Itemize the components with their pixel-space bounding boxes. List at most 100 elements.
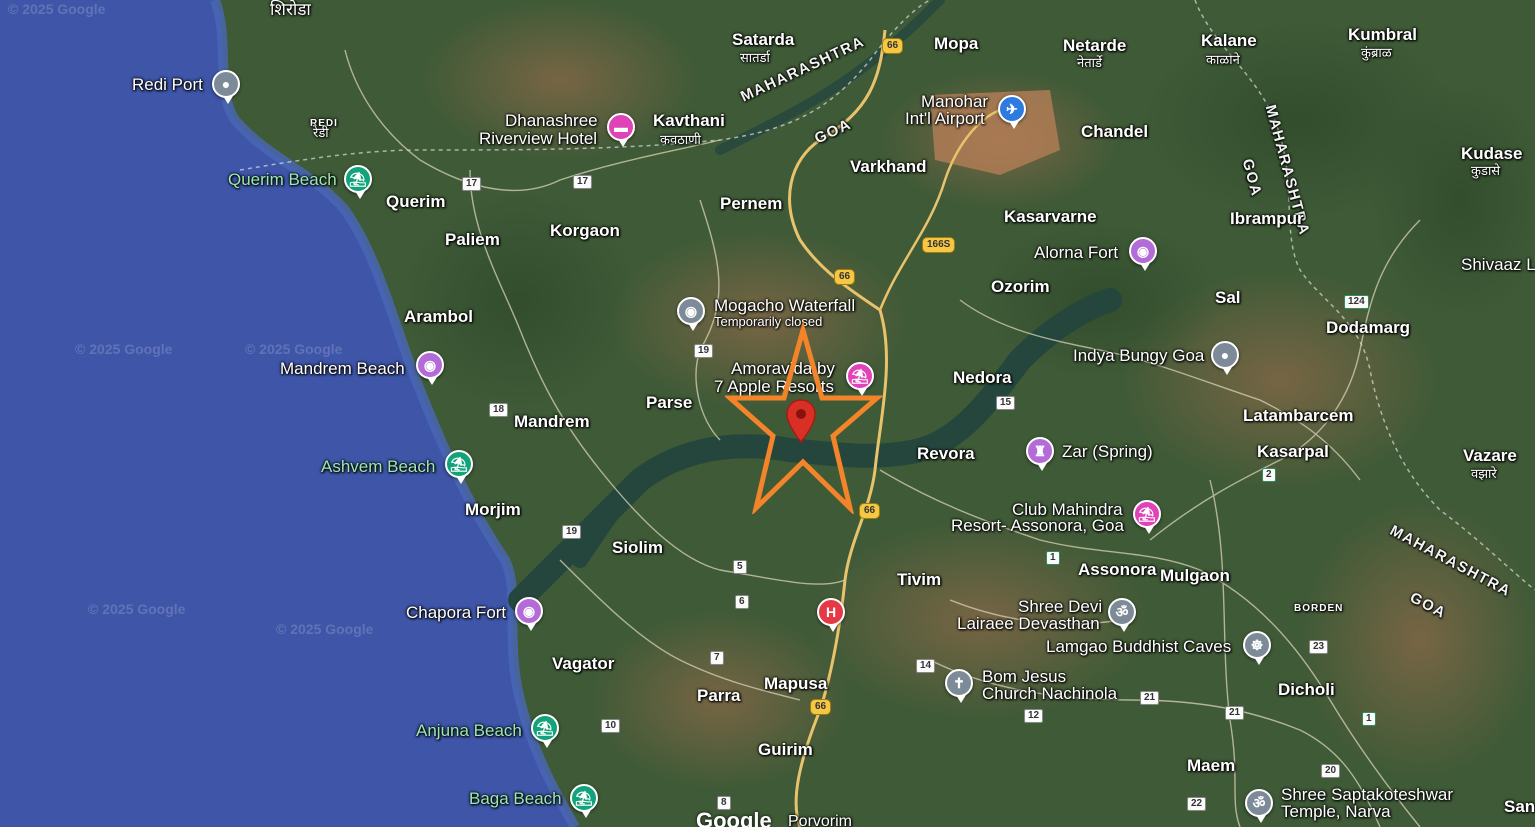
road-shield: 18 (489, 403, 509, 417)
place-label-alorna-fort[interactable]: Alorna Fort (1034, 244, 1118, 262)
copyright-watermark: © 2025 Google (276, 621, 374, 637)
place-label[interactable]: Varkhand (850, 158, 927, 176)
camera-icon[interactable]: ◉ (1129, 237, 1157, 271)
place-label-ashvem-beach[interactable]: Ashvem Beach (321, 458, 435, 476)
place-label[interactable]: Shivaaz L (1461, 256, 1535, 274)
place-label[interactable]: San (1504, 798, 1535, 816)
hotel-bed-icon[interactable]: ▬ (607, 113, 635, 147)
airplane-icon[interactable]: ✈ (998, 95, 1026, 129)
hospital-icon[interactable]: H (817, 598, 845, 632)
place-label[interactable]: Kavthani (653, 112, 725, 130)
copyright-watermark: © 2025 Google (8, 1, 106, 17)
place-label[interactable]: Parra (697, 687, 740, 705)
beach-icon[interactable]: ⛱ (445, 450, 473, 484)
beach-icon[interactable]: ⛱ (570, 784, 598, 818)
place-label[interactable]: Korgaon (550, 222, 620, 240)
temple-icon[interactable]: ॐ (1245, 789, 1273, 823)
place-label[interactable]: Ibrampur (1230, 210, 1304, 228)
church-cross-icon[interactable]: ✝ (945, 669, 973, 703)
place-label-dhanashree[interactable]: Riverview Hotel (479, 130, 597, 148)
beach-icon[interactable]: ⛱ (344, 165, 372, 199)
map-canvas[interactable]: © 2025 Google © 2025 Google © 2025 Googl… (0, 0, 1535, 827)
place-label-mogacho-waterfall[interactable]: Mogacho Waterfall (714, 297, 855, 315)
road-shield: 12 (1024, 709, 1044, 723)
place-label-zar-spring[interactable]: Zar (Spring) (1062, 443, 1153, 461)
copyright-watermark: © 2025 Google (75, 341, 173, 357)
road-shield: 19 (562, 525, 582, 539)
place-label-indya-bungy[interactable]: Indya Bungy Goa (1073, 347, 1204, 365)
place-label[interactable]: Parse (646, 394, 692, 412)
place-label-mandrem-beach[interactable]: Mandrem Beach (280, 360, 405, 378)
map-pin-icon[interactable] (785, 398, 817, 444)
highway-shield: 66 (882, 38, 904, 54)
road-shield: 5 (733, 560, 747, 574)
place-label-lamgao-caves[interactable]: Lamgao Buddhist Caves (1046, 638, 1231, 656)
place-label[interactable]: Morjim (465, 501, 521, 519)
place-label-club-mahindra[interactable]: Resort- Assonora, Goa (951, 517, 1124, 535)
place-label-querim-beach[interactable]: Querim Beach (228, 171, 337, 189)
place-label-airport[interactable]: Int'l Airport (905, 110, 985, 128)
place-label[interactable]: Assonora (1078, 561, 1156, 579)
place-label[interactable]: Netarde (1063, 37, 1126, 55)
place-label[interactable]: Porvorim (788, 813, 852, 827)
place-label[interactable]: Satarda (732, 31, 794, 49)
pin-location-icon[interactable]: ● (1211, 341, 1239, 375)
place-label-bom-jesus[interactable]: Church Nachinola (982, 685, 1117, 703)
place-label-redi-port[interactable]: Redi Port (132, 76, 203, 94)
road-shield: 21 (1225, 706, 1245, 720)
place-label[interactable]: Sal (1215, 289, 1241, 307)
place-label-saptakoteshwar[interactable]: Temple, Narva (1281, 803, 1391, 821)
place-label[interactable]: Mandrem (514, 413, 590, 431)
camera-icon[interactable]: ◉ (416, 351, 444, 385)
place-label-chapora-fort[interactable]: Chapora Fort (406, 604, 506, 622)
place-label[interactable]: Arambol (404, 308, 473, 326)
tower-icon[interactable]: ♜ (1026, 437, 1054, 471)
road-shield: 15 (996, 396, 1016, 410)
highway-shield: 66 (834, 269, 856, 285)
place-label[interactable]: Latambarcem (1243, 407, 1354, 425)
pin-location-icon[interactable]: ● (212, 70, 240, 104)
place-label[interactable]: Querim (386, 193, 446, 211)
resort-icon[interactable]: ⛱ (1133, 500, 1161, 534)
place-label[interactable]: Dicholi (1278, 681, 1335, 699)
place-label[interactable]: Mapusa (764, 675, 827, 693)
copyright-watermark: © 2025 Google (245, 341, 343, 357)
place-label[interactable]: Guirim (758, 741, 813, 759)
place-label[interactable]: Dodamarg (1326, 319, 1410, 337)
place-label[interactable]: Vazare (1463, 447, 1517, 465)
place-label-line: Dhanashree (505, 111, 598, 130)
place-label[interactable]: Vagator (552, 655, 614, 673)
road-shield: 17 (462, 177, 482, 191)
place-label[interactable]: Kalane (1201, 32, 1257, 50)
place-label-anjuna-beach[interactable]: Anjuna Beach (416, 722, 522, 740)
camera-icon[interactable]: ◉ (677, 297, 705, 331)
camera-icon[interactable]: ◉ (515, 597, 543, 631)
place-label[interactable]: शिरोडा (270, 1, 311, 19)
place-label: काळाने (1206, 52, 1240, 67)
place-label[interactable]: Tivim (897, 571, 941, 589)
beach-icon[interactable]: ⛱ (531, 714, 559, 748)
place-label[interactable]: Maem (1187, 757, 1235, 775)
place-label: कुंब्राळ (1361, 45, 1392, 60)
place-label[interactable]: Kasarpal (1257, 443, 1329, 461)
place-label[interactable]: Revora (917, 445, 975, 463)
place-label-dhanashree[interactable]: Dhanashree (505, 112, 598, 130)
border-label: BORDEN (1294, 603, 1344, 614)
place-label[interactable]: Mulgaon (1160, 567, 1230, 585)
google-logo: Google (696, 808, 772, 827)
place-label[interactable]: Paliem (445, 231, 500, 249)
place-label-baga-beach[interactable]: Baga Beach (469, 790, 562, 808)
place-label[interactable]: Pernem (720, 195, 782, 213)
place-label[interactable]: Kumbral (1348, 26, 1417, 44)
temple-icon[interactable]: ॐ (1108, 598, 1136, 632)
place-label[interactable]: Kasarvarne (1004, 208, 1097, 226)
place-label[interactable]: Ozorim (991, 278, 1050, 296)
place-label[interactable]: Siolim (612, 539, 663, 557)
road-shield: 1 (1362, 712, 1376, 726)
place-label[interactable]: Chandel (1081, 123, 1148, 141)
place-label-shree-devi[interactable]: Lairaee Devasthan (957, 615, 1100, 633)
place-label[interactable]: Mopa (934, 35, 978, 53)
place-label[interactable]: Kudase (1461, 145, 1522, 163)
place-label[interactable]: Nedora (953, 369, 1012, 387)
dharma-wheel-icon[interactable]: ☸ (1243, 631, 1271, 665)
